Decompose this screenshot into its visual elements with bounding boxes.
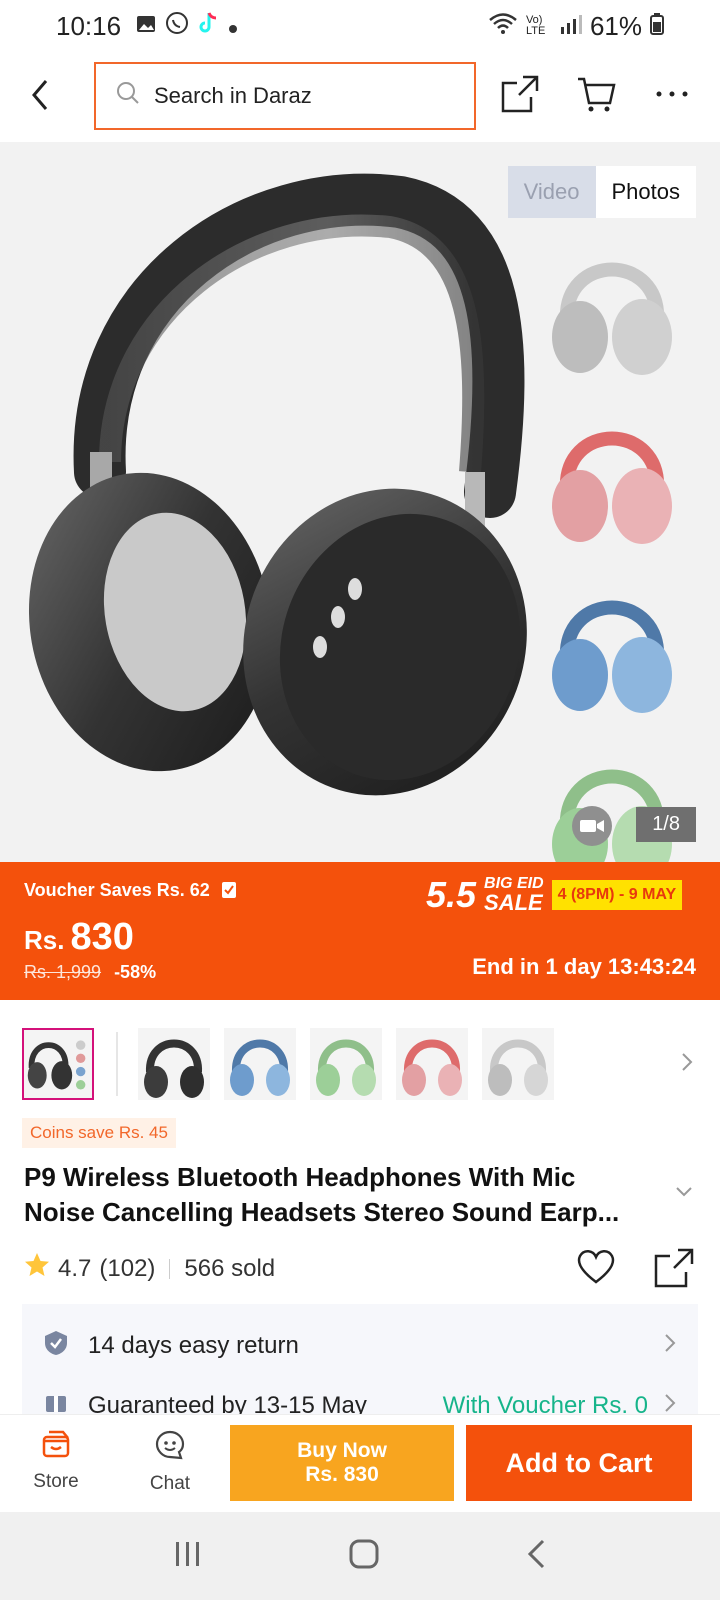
return-policy-row[interactable]: 14 days easy return <box>22 1314 698 1378</box>
chevron-right-icon <box>664 1392 676 1414</box>
buy-now-button[interactable]: Buy Now Rs. 830 <box>230 1425 454 1501</box>
image-counter: 1/8 <box>636 807 696 842</box>
voucher-text: Voucher Saves Rs. 62 <box>24 880 210 900</box>
buy-now-price: Rs. 830 <box>305 1463 379 1486</box>
product-actions <box>576 1248 694 1293</box>
share-icon[interactable] <box>500 66 540 122</box>
status-time: 10:16 <box>56 10 122 41</box>
chat-button[interactable]: Chat <box>130 1429 210 1495</box>
store-button[interactable]: Store <box>16 1429 96 1493</box>
search-input[interactable]: Search in Daraz <box>94 62 476 130</box>
share-icon[interactable] <box>654 1248 694 1293</box>
price-banner: Voucher Saves Rs. 62 Rs. 830 Rs. 1,999 -5… <box>0 862 720 1000</box>
store-icon <box>41 1429 71 1465</box>
chevron-right-icon <box>664 1332 676 1360</box>
back-nav-icon[interactable] <box>525 1538 547 1575</box>
buy-now-label: Buy Now <box>297 1439 387 1462</box>
voucher-saving[interactable]: Voucher Saves Rs. 62 <box>24 880 237 901</box>
divider <box>169 1258 171 1279</box>
tab-video[interactable]: Video <box>507 166 596 218</box>
wifi-icon <box>488 11 518 42</box>
search-placeholder: Search in Daraz <box>154 83 312 108</box>
shield-check-icon <box>44 1330 68 1363</box>
volte-label: Vo) LTE <box>525 14 546 37</box>
heart-icon[interactable] <box>576 1248 616 1293</box>
delivery-icon <box>44 1390 68 1415</box>
countdown-timer: End in 1 day 13:43:24 <box>472 954 696 979</box>
chevron-down-icon[interactable] <box>674 1185 694 1204</box>
product-title[interactable]: P9 Wireless Bluetooth Headphones With Mi… <box>24 1160 664 1230</box>
top-header: Search in Daraz <box>0 52 720 142</box>
delivery-row[interactable]: Guaranteed by 13-15 May With Voucher Rs.… <box>22 1374 698 1414</box>
tab-photos[interactable]: Photos <box>595 166 696 218</box>
sale-line2: SALE <box>484 890 543 915</box>
price-currency: Rs. <box>24 925 65 955</box>
variant-pink-thumb[interactable] <box>396 1028 468 1100</box>
sale-dates: 4 (8PM) - 9 MAY <box>551 880 683 910</box>
back-arrow-icon[interactable] <box>28 77 84 118</box>
delivery-text: Guaranteed by 13-15 May <box>88 1392 367 1414</box>
product-title-line1: P9 Wireless Bluetooth Headphones With Mi… <box>24 1162 576 1192</box>
original-price: Rs. 1,999 <box>24 962 102 982</box>
review-count: (102) <box>99 1254 156 1282</box>
variant-blue-thumb[interactable] <box>224 1028 296 1100</box>
variant-selector <box>22 1026 702 1102</box>
price-amount: 830 <box>70 916 134 958</box>
whatsapp-notification-icon <box>165 11 189 42</box>
silver-headphones-thumb[interactable] <box>542 232 682 382</box>
system-nav-bar <box>0 1512 720 1600</box>
rating-value: 4.7 <box>58 1254 92 1282</box>
status-bar: 10:16 Vo) LTE 61% <box>0 0 720 52</box>
variant-black-thumb[interactable] <box>138 1028 210 1100</box>
cart-icon[interactable] <box>576 66 616 122</box>
battery-icon <box>650 11 664 42</box>
service-panel: 14 days easy return Guaranteed by 13-15 … <box>22 1304 698 1414</box>
tiktok-notification-icon <box>197 11 219 42</box>
battery-percent: 61% <box>589 10 642 41</box>
delivery-voucher: With Voucher Rs. 0 <box>442 1392 648 1414</box>
coins-tag: Coins save Rs. 45 <box>22 1118 176 1148</box>
bottom-action-bar: Store Chat Buy Now Rs. 830 Add to Cart <box>0 1414 720 1512</box>
video-camera-icon[interactable] <box>572 806 612 846</box>
dot-icon <box>227 11 239 42</box>
variant-silver-thumb[interactable] <box>482 1028 554 1100</box>
sale-number: 5.5 <box>426 874 477 915</box>
star-icon <box>24 1252 50 1285</box>
more-options-icon[interactable] <box>652 66 692 122</box>
chat-label: Chat <box>149 1473 191 1494</box>
blue-headphones-thumb[interactable] <box>542 570 682 720</box>
home-icon[interactable] <box>348 1538 380 1575</box>
discount-percent: -58% <box>114 962 157 982</box>
pink-headphones-thumb[interactable] <box>542 401 682 551</box>
current-price: Rs. 830 <box>24 916 134 959</box>
product-title-line2: Noise Cancelling Headsets Stereo Sound E… <box>24 1197 620 1227</box>
sold-count: 566 sold <box>184 1254 276 1282</box>
gallery-notification-icon <box>135 11 157 42</box>
store-label: Store <box>33 1471 79 1492</box>
product-gallery[interactable]: Video Photos 1/8 <box>0 142 720 882</box>
rating-row[interactable]: 4.7 (102) 566 sold <box>24 1252 275 1285</box>
original-price-row: Rs. 1,999 -58% <box>24 962 156 983</box>
signal-icon <box>560 11 582 42</box>
recent-apps-icon[interactable] <box>173 1539 203 1574</box>
search-icon <box>116 81 140 111</box>
chat-icon <box>154 1429 186 1467</box>
return-policy-text: 14 days easy return <box>88 1332 299 1359</box>
add-to-cart-button[interactable]: Add to Cart <box>466 1425 692 1501</box>
variant-green-thumb[interactable] <box>310 1028 382 1100</box>
sale-name: BIG EID SALE <box>484 876 544 914</box>
media-tabs: Video Photos <box>507 166 696 218</box>
variant-multi-thumb[interactable] <box>22 1028 94 1100</box>
variant-divider <box>116 1032 118 1096</box>
sale-badge: 5.5 BIG EID SALE 4 (8PM) - 9 MAY <box>426 874 683 916</box>
chevron-right-icon[interactable] <box>680 1051 694 1078</box>
voucher-icon <box>215 880 237 900</box>
